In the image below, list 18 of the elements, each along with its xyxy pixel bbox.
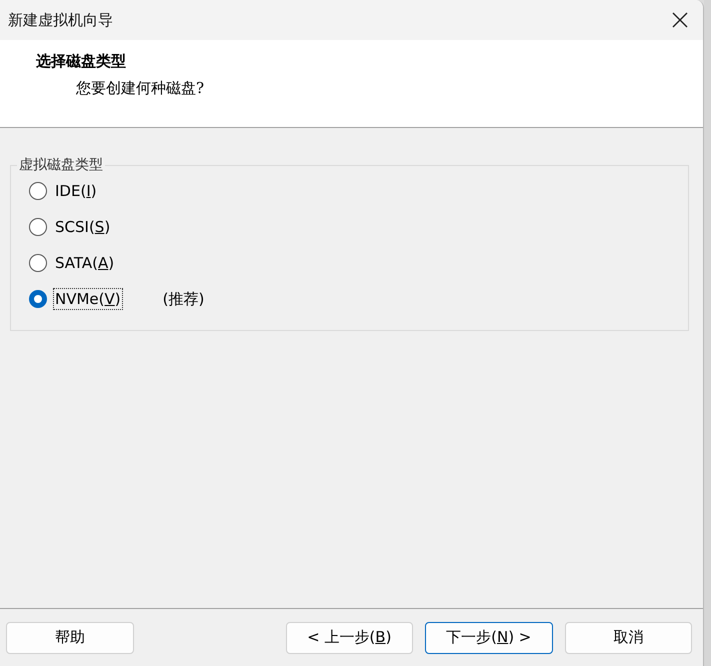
page-subtitle: 您要创建何种磁盘? (76, 79, 206, 98)
radio-label[interactable]: SATA(A) (53, 252, 116, 274)
radio-button[interactable] (29, 182, 47, 200)
radio-label[interactable]: SCSI(S) (53, 216, 112, 238)
radio-label[interactable]: NVMe(V) (53, 288, 123, 310)
close-icon (672, 12, 688, 28)
radio-label[interactable]: IDE(I) (53, 180, 99, 202)
nav-button[interactable]: < 上一步(B) (286, 622, 413, 654)
radio-button[interactable] (29, 218, 47, 236)
help-button[interactable]: 帮助 (6, 622, 134, 654)
recommended-note: (推荐) (162, 290, 204, 308)
page-heading: 选择磁盘类型 (36, 52, 127, 71)
radio-button[interactable] (29, 254, 47, 272)
group-legend: 虚拟磁盘类型 (17, 156, 105, 174)
nav-button[interactable]: 取消 (564, 622, 692, 654)
next-button[interactable]: 下一步(N) > (425, 622, 552, 654)
radio-button[interactable] (29, 290, 47, 308)
window-title: 新建虚拟机向导 (8, 10, 113, 30)
